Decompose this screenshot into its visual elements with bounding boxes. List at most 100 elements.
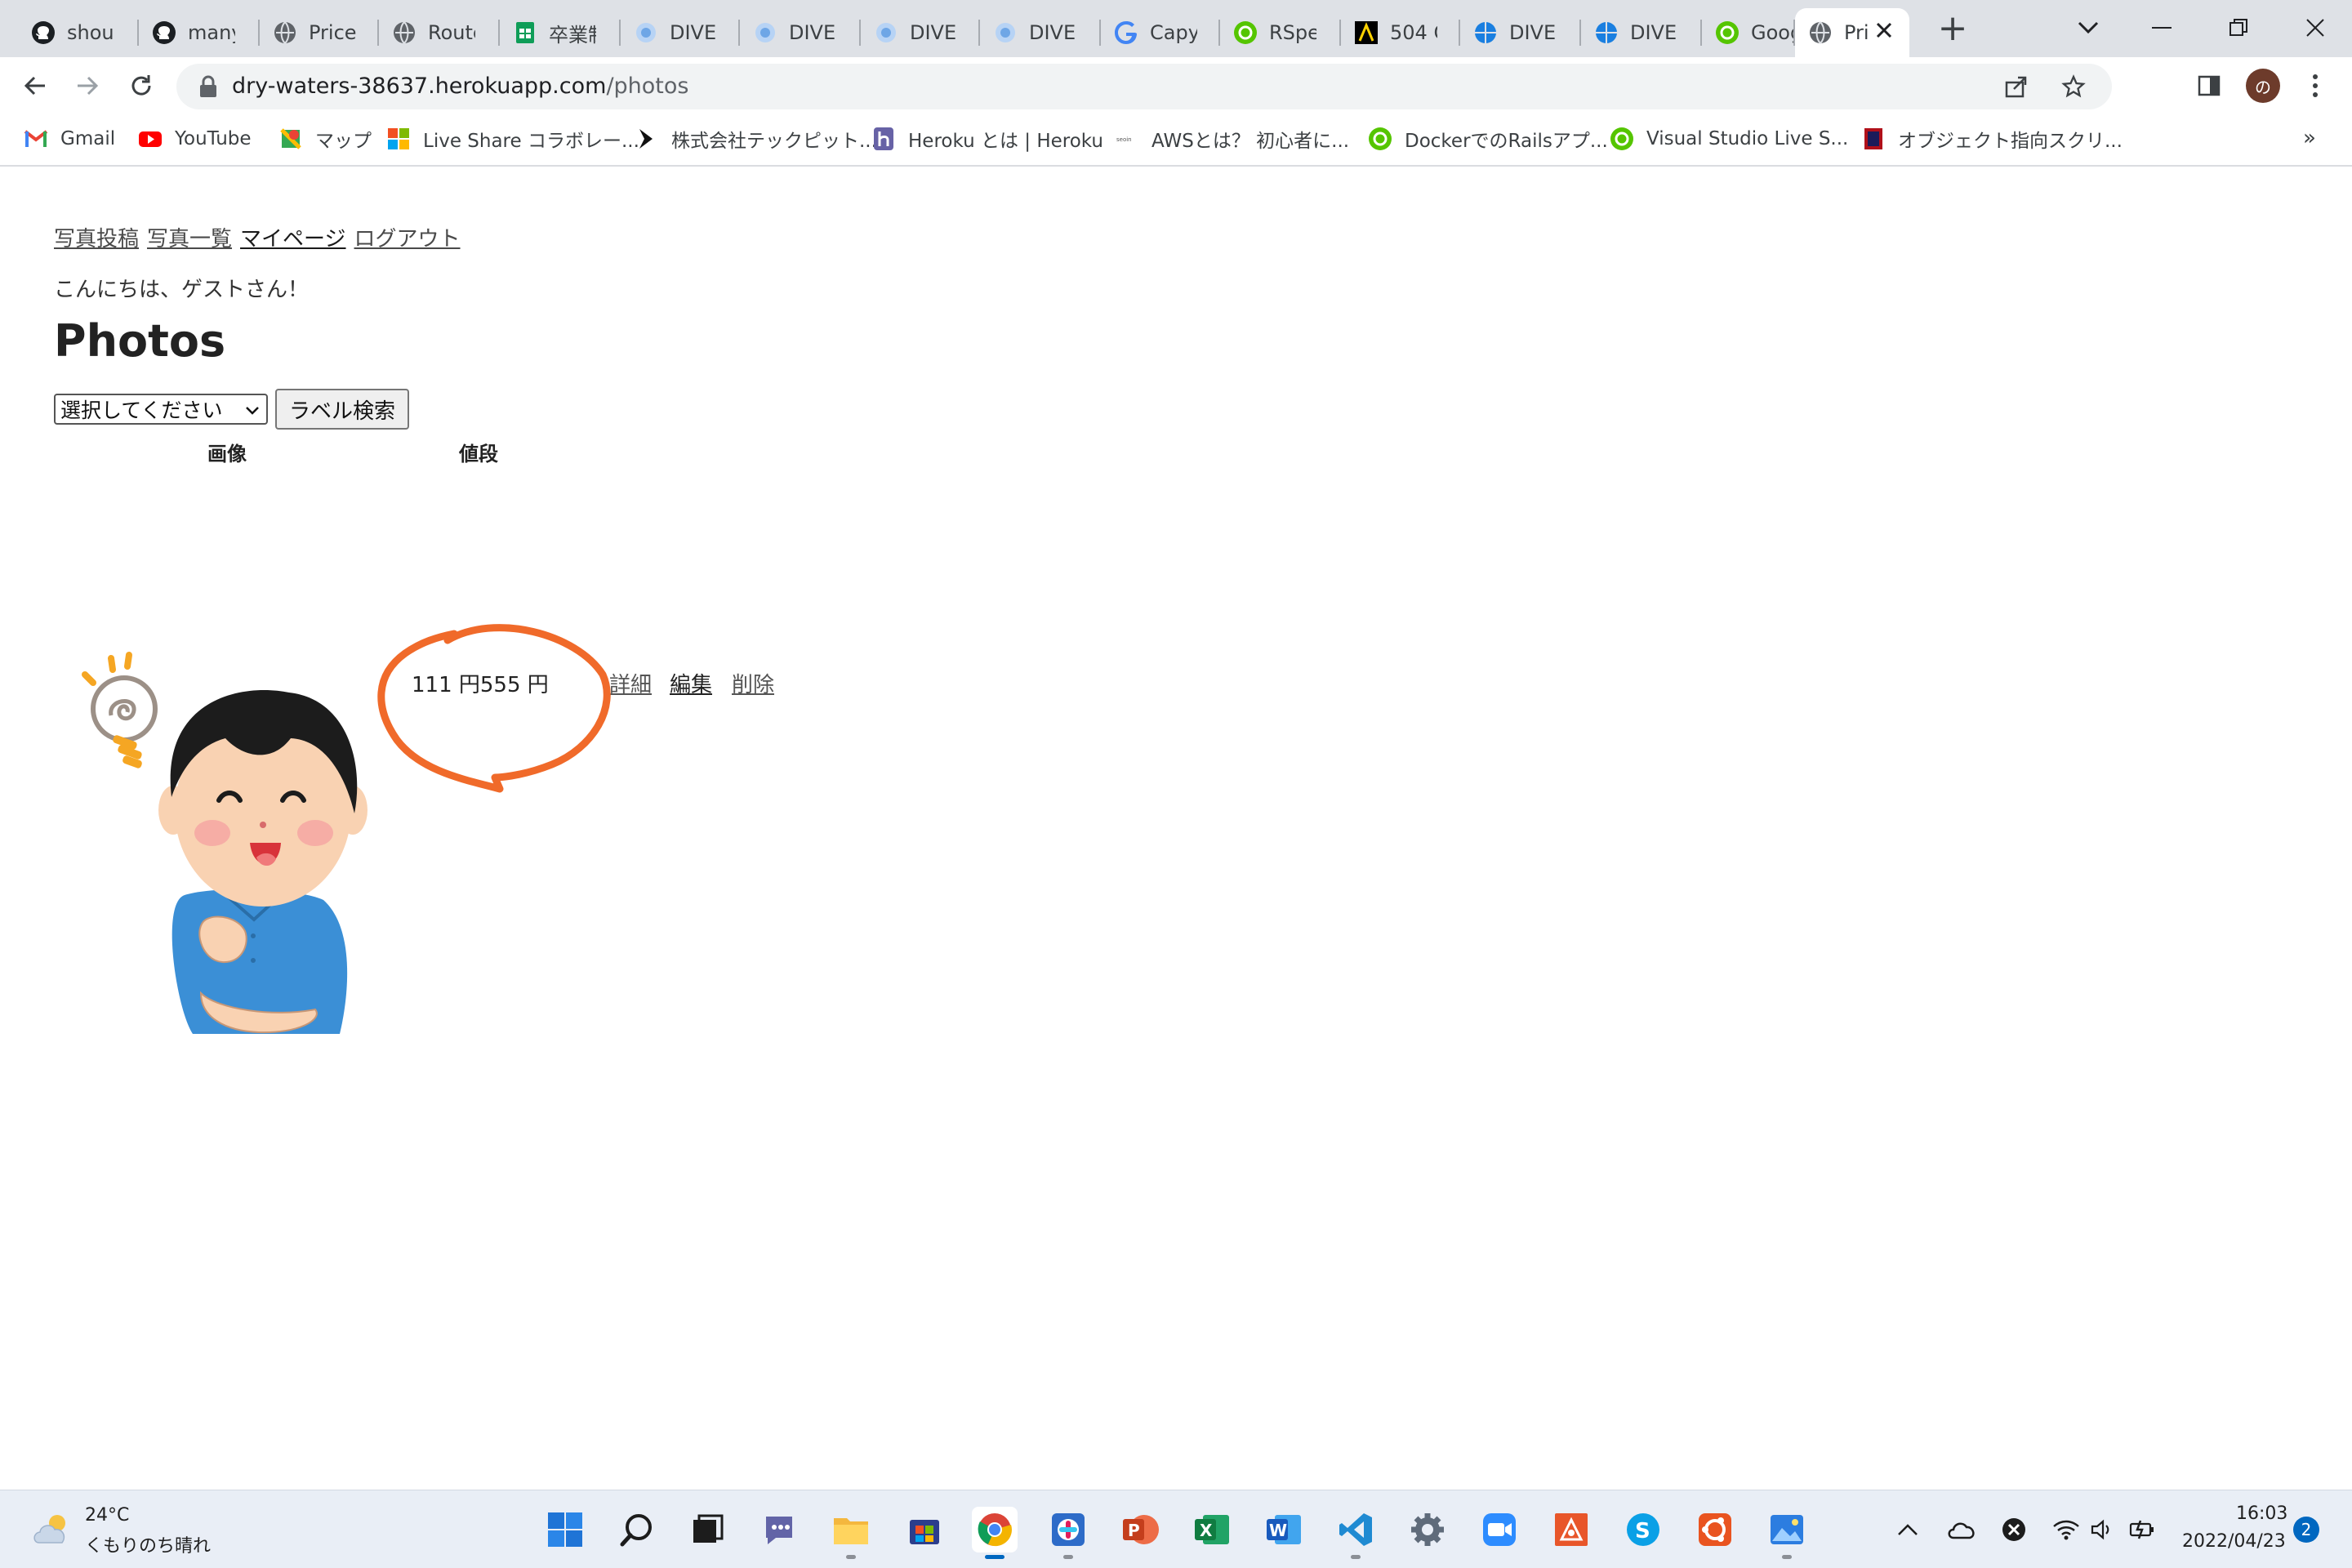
bookmark-item[interactable]: Heroku とは | Heroku bbox=[871, 122, 1103, 155]
skype-button[interactable]: S bbox=[1620, 1507, 1666, 1552]
tab-strip: shouh manyc PriceN Route 卒業制 DIVER DIVER DIVER D… bbox=[0, 0, 2352, 57]
share-button[interactable] bbox=[1998, 68, 2035, 105]
delete-link[interactable]: 削除 bbox=[732, 668, 774, 698]
vscode-button[interactable] bbox=[1333, 1507, 1379, 1559]
chrome-button[interactable] bbox=[972, 1507, 1018, 1559]
weather-temperature[interactable]: 24°C bbox=[85, 1505, 129, 1526]
bookmark-star-button[interactable] bbox=[2055, 68, 2092, 105]
address-bar[interactable]: dry-waters-38637.herokuapp.com/photos bbox=[176, 64, 2112, 109]
nav-photo-list-link[interactable]: 写真一覧 bbox=[147, 227, 232, 252]
onedrive-tray-button[interactable] bbox=[1945, 1513, 1978, 1546]
reload-button[interactable] bbox=[121, 65, 162, 106]
photos-button[interactable] bbox=[1764, 1507, 1810, 1559]
lock-icon[interactable] bbox=[198, 75, 219, 98]
forward-button[interactable] bbox=[67, 65, 108, 106]
bookmark-item[interactable]: DockerでのRailsアプ... bbox=[1367, 122, 1608, 155]
tab[interactable]: Route bbox=[379, 8, 500, 57]
clock-time[interactable]: 16:03 bbox=[2236, 1503, 2287, 1524]
more-bookmarks-button[interactable]: » bbox=[2303, 126, 2316, 150]
ms-store-button[interactable] bbox=[902, 1507, 947, 1552]
wifi-button[interactable] bbox=[2050, 1513, 2082, 1546]
restore-button[interactable] bbox=[2210, 5, 2267, 51]
close-tab-icon[interactable] bbox=[1872, 20, 1896, 44]
label-select[interactable]: 選択してください bbox=[54, 394, 268, 425]
bookmark-item[interactable]: seoin AWSとは？ 初心者に... bbox=[1114, 122, 1349, 155]
back-button[interactable] bbox=[15, 65, 56, 106]
bookmark-label: DockerでのRailsアプ... bbox=[1405, 131, 1608, 152]
word-button[interactable]: W bbox=[1261, 1507, 1307, 1552]
tab-active[interactable]: Pri bbox=[1795, 8, 1909, 57]
tray-app-button[interactable] bbox=[1998, 1513, 2030, 1546]
volume-button[interactable] bbox=[2086, 1513, 2118, 1546]
tab[interactable]: PriceN bbox=[260, 8, 379, 57]
tab[interactable]: DIVER bbox=[621, 8, 740, 57]
start-button[interactable] bbox=[542, 1507, 588, 1552]
menu-button[interactable] bbox=[2296, 67, 2334, 105]
weather-cloudy-sun-icon[interactable] bbox=[33, 1512, 72, 1548]
slack-button[interactable] bbox=[1045, 1507, 1091, 1559]
label-search-button[interactable]: ラベル検索 bbox=[275, 389, 409, 430]
tab-label: DIVE I bbox=[1509, 21, 1557, 44]
minimize-button[interactable] bbox=[2133, 5, 2190, 51]
tab-label: 卒業制 bbox=[549, 23, 596, 47]
file-explorer-button[interactable] bbox=[828, 1507, 874, 1559]
nav-photo-post-link[interactable]: 写真投稿 bbox=[54, 227, 139, 252]
bookmark-item[interactable]: マップ bbox=[278, 122, 372, 155]
weather-description[interactable]: くもりのち晴れ bbox=[85, 1531, 211, 1557]
nav-logout-link[interactable]: ログアウト bbox=[354, 227, 461, 252]
settings-gear-icon bbox=[1411, 1513, 1444, 1546]
gmail-icon bbox=[23, 126, 49, 152]
powerpoint-button[interactable]: P bbox=[1117, 1507, 1163, 1552]
bookmark-item[interactable]: Visual Studio Live S... bbox=[1609, 122, 1848, 155]
zoom-button[interactable] bbox=[1477, 1507, 1522, 1552]
bookmark-label: 株式会社テックピット... bbox=[671, 131, 877, 152]
battery-button[interactable] bbox=[2127, 1513, 2159, 1546]
svg-text:seoin: seoin bbox=[1116, 136, 1132, 143]
tab[interactable]: DIVER bbox=[740, 8, 861, 57]
profile-avatar[interactable]: の bbox=[2246, 69, 2280, 103]
bookmark-item[interactable]: YouTube bbox=[137, 122, 252, 155]
tab-search-button[interactable] bbox=[2060, 5, 2117, 51]
bookmark-item[interactable]: Gmail bbox=[23, 122, 115, 155]
tab[interactable]: shouh bbox=[18, 8, 139, 57]
task-view-button[interactable] bbox=[684, 1507, 730, 1552]
bookmark-item[interactable]: 株式会社テックピット... bbox=[634, 122, 877, 155]
top-nav: 写真投稿 写真一覧 マイページ ログアウト bbox=[54, 222, 469, 252]
close-window-button[interactable] bbox=[2287, 5, 2344, 51]
tab[interactable]: manyc bbox=[139, 8, 260, 57]
tab[interactable]: DIVE I bbox=[1581, 8, 1702, 57]
tab[interactable]: 504 G bbox=[1341, 8, 1460, 57]
tab[interactable]: Capyb bbox=[1101, 8, 1220, 57]
tab-label: shouh bbox=[67, 21, 114, 44]
clock-date[interactable]: 2022/04/23 bbox=[2182, 1531, 2286, 1552]
tab[interactable]: Googl bbox=[1702, 8, 1795, 57]
tab[interactable]: 卒業制 bbox=[500, 8, 621, 57]
svg-text:W: W bbox=[1269, 1521, 1287, 1540]
bookmark-item[interactable]: オブジェクト指向スクリ... bbox=[1860, 122, 2123, 155]
orange-app-button[interactable] bbox=[1548, 1507, 1594, 1552]
tab[interactable]: DIVER bbox=[980, 8, 1101, 57]
ubuntu-button[interactable] bbox=[1692, 1507, 1738, 1552]
bookmark-item[interactable]: Live Share コラボレー... bbox=[385, 122, 639, 155]
teams-chat-button[interactable] bbox=[756, 1507, 802, 1552]
show-hidden-icons-button[interactable] bbox=[1891, 1513, 1924, 1546]
tab[interactable]: DIVE I bbox=[1460, 8, 1581, 57]
bookmark-label: Heroku とは | Heroku bbox=[908, 131, 1103, 152]
file-explorer-icon bbox=[834, 1518, 868, 1544]
bookmark-label: AWSとは？ 初心者に... bbox=[1152, 131, 1350, 152]
side-panel-button[interactable] bbox=[2190, 67, 2228, 105]
nav-mypage-link[interactable]: マイページ bbox=[240, 227, 345, 252]
url-text[interactable]: dry-waters-38637.herokuapp.com/photos bbox=[232, 74, 688, 99]
microsoft-icon bbox=[385, 126, 412, 152]
photo-thumbnail[interactable] bbox=[78, 650, 372, 1042]
running-indicator bbox=[1063, 1555, 1073, 1559]
notification-badge[interactable]: 2 bbox=[2293, 1517, 2319, 1543]
excel-button[interactable]: X bbox=[1189, 1507, 1235, 1552]
bookmark-label: Gmail bbox=[60, 128, 116, 149]
taskbar-search-button[interactable] bbox=[614, 1507, 660, 1552]
settings-button[interactable] bbox=[1405, 1507, 1450, 1552]
edit-link[interactable]: 編集 bbox=[670, 668, 712, 698]
new-tab-button[interactable]: + bbox=[1932, 10, 1973, 51]
tab[interactable]: DIVER bbox=[861, 8, 980, 57]
tab[interactable]: RSpec bbox=[1220, 8, 1341, 57]
